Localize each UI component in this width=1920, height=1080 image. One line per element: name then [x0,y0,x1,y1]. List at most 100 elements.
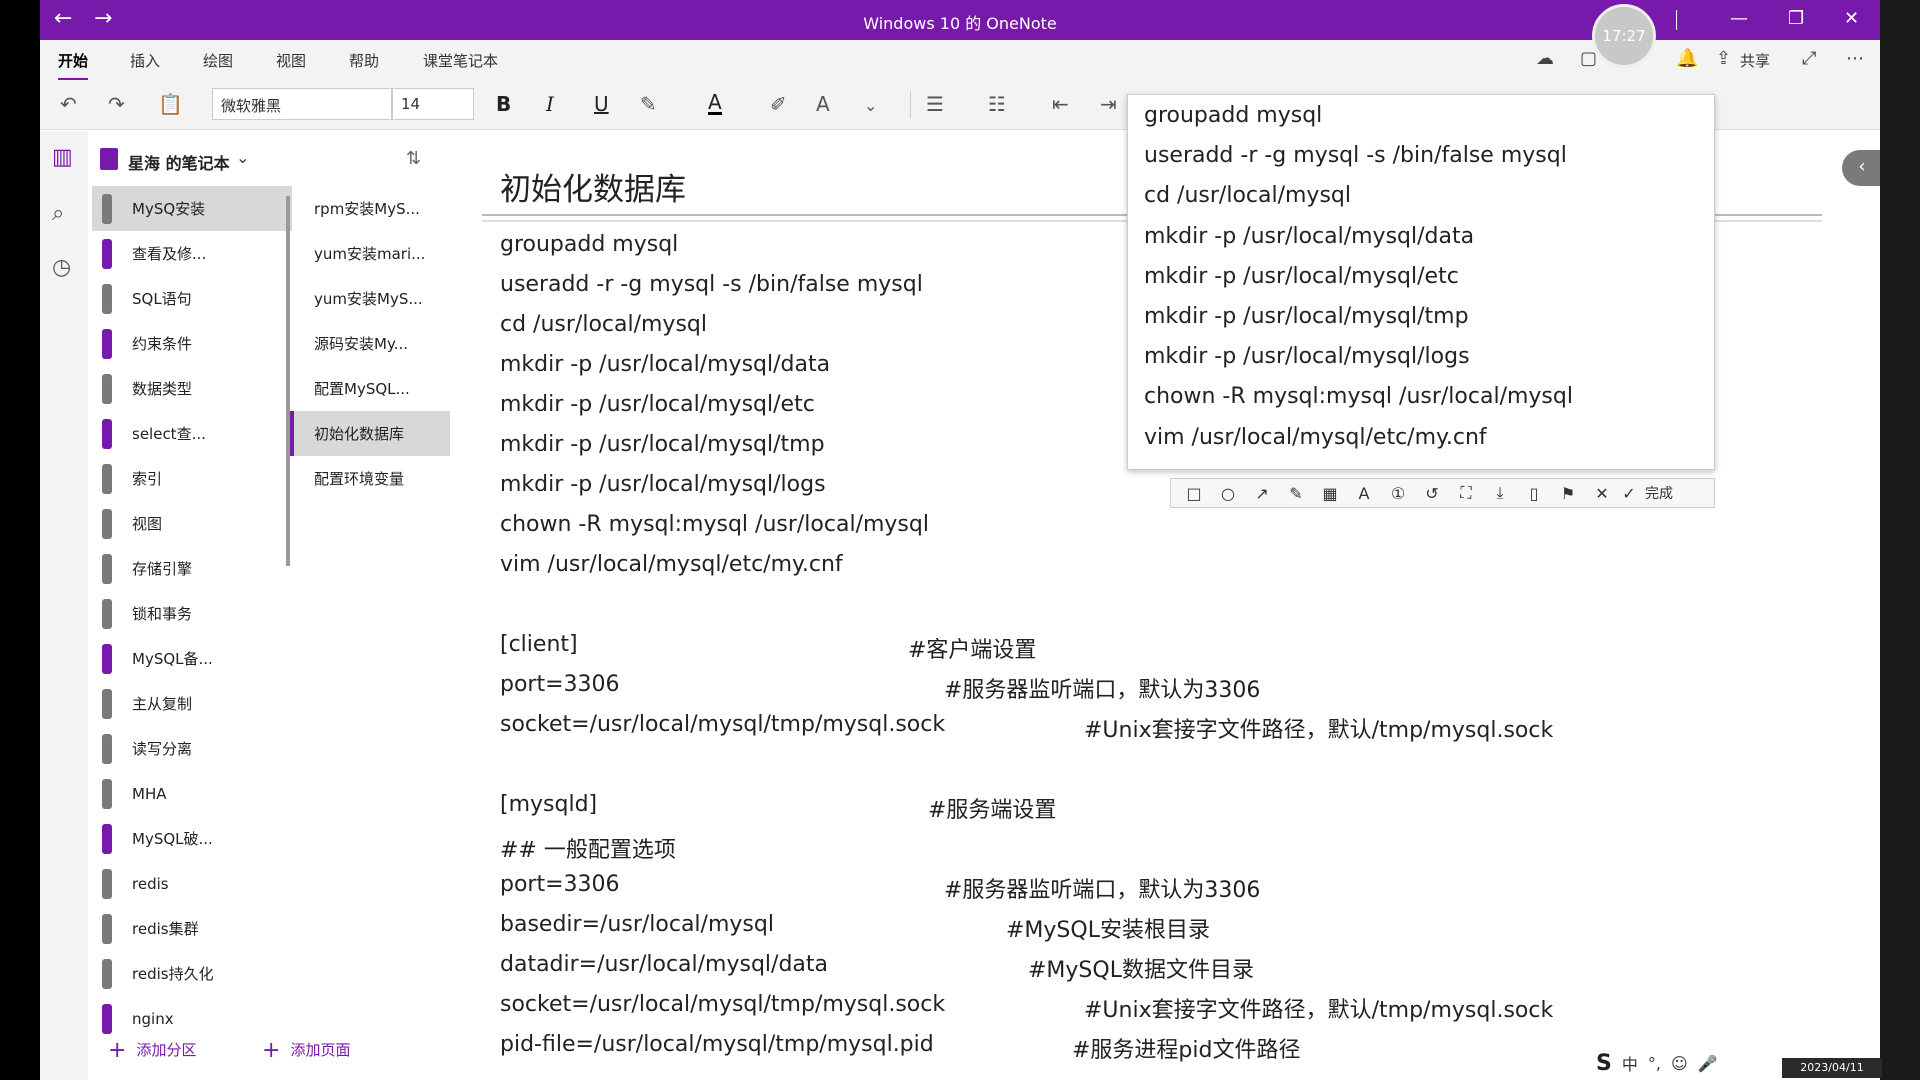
restore-icon[interactable]: ❐ [1788,8,1804,29]
format-painter-icon[interactable]: ✐ [770,92,787,116]
collapse-panel-button[interactable]: ‹ [1842,150,1880,186]
section-item[interactable]: 索引 [92,456,292,501]
section-color-tab [102,643,112,674]
phone-icon[interactable]: ▯ [1517,484,1551,503]
content-line: socket=/usr/local/mysql/tmp/mysql.sock #U… [500,712,1880,752]
minimize-icon[interactable]: — [1730,8,1748,29]
search-icon[interactable]: ⌕ [52,201,64,226]
punctuation-icon[interactable]: °, [1648,1054,1661,1073]
tab-home[interactable]: 开始 [58,50,89,81]
page-item[interactable]: yum安装MyS... [290,276,450,321]
clipboard-popup[interactable]: groupadd mysql useradd -r -g mysql -s /bi… [1127,94,1715,470]
section-color-tab [102,1003,112,1034]
section-item[interactable]: 数据类型 [92,366,292,411]
numbered-list-icon[interactable]: ☷ [988,92,1006,116]
pen-icon[interactable]: ✎ [1279,484,1313,503]
more-icon[interactable]: ⋯ [1846,48,1864,69]
font-name-input[interactable]: 微软雅黑 [212,88,392,120]
undo-icon[interactable]: ↺ [1415,484,1449,503]
page-item[interactable]: rpm安装MyS... [290,186,450,231]
download-icon[interactable]: ⤓ [1483,483,1517,503]
sync-icon[interactable]: ☁ [1536,48,1554,69]
bullet-list-icon[interactable]: ☰ [926,92,944,116]
page-item[interactable]: 源码安装My... [290,321,450,366]
font-color-icon[interactable]: A [708,92,722,115]
chevron-down-icon[interactable]: ⌄ [864,96,877,115]
notebooks-icon[interactable]: ▥ [52,145,73,170]
section-color-tab [102,778,112,809]
close-icon[interactable]: ✕ [1585,484,1619,503]
section-item[interactable]: 主从复制 [92,681,292,726]
section-item[interactable]: MHA [92,771,292,816]
chevron-down-icon[interactable]: ⌄ [236,148,249,167]
close-icon[interactable]: ✕ [1844,8,1859,29]
bookmark-icon[interactable]: ⚑ [1551,484,1585,503]
font-size-input[interactable]: 14 [392,88,474,120]
arrow-icon[interactable]: ↗ [1245,484,1279,503]
notebook-header[interactable]: 星海 的笔记本 ⌄ ⇅ [88,140,456,180]
italic-icon[interactable]: I [546,92,554,116]
code-text: pid-file=/usr/local/mysql/tmp/mysql.pid [500,1032,934,1057]
circle-icon[interactable]: ○ [1211,484,1245,503]
tab-insert[interactable]: 插入 [130,50,160,71]
page-item[interactable]: yum安装mari... [290,231,450,276]
onenote-window: ← → Windows 10 的 OneNote — ❐ ✕ 17:27 开始 … [40,0,1880,1080]
section-item[interactable]: nginx [92,996,292,1041]
expand-icon[interactable]: ⤢ [1802,48,1816,69]
section-item[interactable]: 读写分离 [92,726,292,771]
sogou-icon[interactable]: S [1596,1051,1612,1076]
share-button[interactable]: 共享 [1740,50,1770,71]
add-page-button[interactable]: + 添加页面 [262,1038,350,1063]
tab-class-notebook[interactable]: 课堂笔记本 [423,50,498,71]
section-item[interactable]: MySQL破... [92,816,292,861]
bold-icon[interactable]: B [496,92,511,116]
share-icon[interactable]: ⇪ [1716,48,1731,69]
undo-icon[interactable]: ↶ [60,92,77,116]
tab-help[interactable]: 帮助 [349,50,379,71]
highlight-icon[interactable]: ✎ [640,92,657,116]
redo-icon[interactable]: ↷ [108,92,125,116]
mosaic-icon[interactable]: ▦ [1313,484,1347,503]
sort-icon[interactable]: ⇅ [406,148,421,169]
section-item[interactable]: 锁和事务 [92,591,292,636]
page-item[interactable]: 初始化数据库 [290,411,450,456]
section-item[interactable]: redis集群 [92,906,292,951]
bell-icon[interactable]: 🔔 [1676,48,1698,69]
section-item[interactable]: MySQ安装 [92,186,292,231]
outdent-icon[interactable]: ⇤ [1052,92,1069,116]
done-button[interactable]: 完成 [1645,483,1673,503]
section-item[interactable]: SQL语句 [92,276,292,321]
popup-line: mkdir -p /usr/local/mysql/logs [1144,344,1470,370]
tab-draw[interactable]: 绘图 [203,50,233,71]
section-item[interactable]: select查... [92,411,292,456]
section-item[interactable]: 视图 [92,501,292,546]
text-icon[interactable]: A [1347,484,1381,503]
section-label: MySQL备... [132,650,213,668]
underline-icon[interactable]: U [594,92,609,116]
page-icon[interactable]: ▢ [1580,48,1597,69]
code-text: useradd -r -g mysql -s /bin/false mysql [500,272,923,297]
page-title[interactable]: 初始化数据库 [500,164,686,209]
recent-icon[interactable]: ◷ [52,255,71,280]
section-item[interactable]: redis [92,861,292,906]
section-item[interactable]: MySQL备... [92,636,292,681]
check-icon[interactable]: ✓ [1619,484,1639,503]
section-item[interactable]: 约束条件 [92,321,292,366]
section-item[interactable]: 查看及修... [92,231,292,276]
crop-icon[interactable]: ⛶ [1449,483,1483,503]
clipboard-icon[interactable]: 📋 [158,92,183,116]
ime-indicator[interactable]: 中 [1622,1051,1638,1075]
number-icon[interactable]: ① [1381,484,1415,503]
rectangle-icon[interactable]: □ [1177,484,1211,503]
section-item[interactable]: redis持久化 [92,951,292,996]
add-section-button[interactable]: + 添加分区 [108,1038,196,1063]
microphone-icon[interactable]: 🎤 [1698,1054,1718,1073]
section-item[interactable]: 存储引擎 [92,546,292,591]
indent-icon[interactable]: ⇥ [1100,92,1117,116]
tab-view[interactable]: 视图 [276,50,306,71]
clear-format-icon[interactable]: A [816,92,830,116]
emoji-icon[interactable]: ☺ [1671,1054,1688,1073]
code-comment: #MySQL安装根目录 [1006,918,1210,943]
page-item[interactable]: 配置环境变量 [290,456,450,501]
page-item[interactable]: 配置MySQL... [290,366,450,411]
